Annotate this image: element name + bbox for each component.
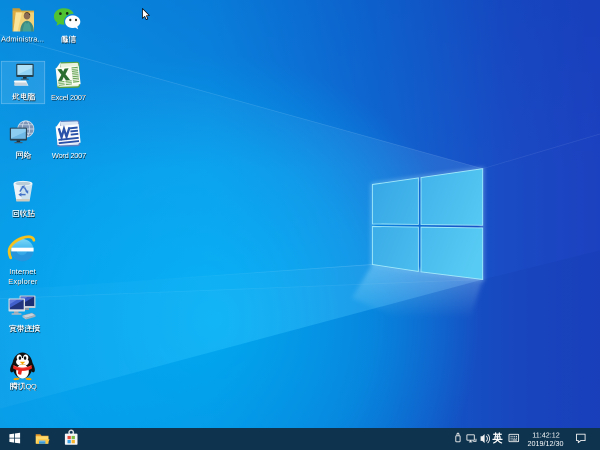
svg-text:Administra...: Administra... [1,35,44,44]
svg-text:2019/12/30: 2019/12/30 [528,439,564,448]
svg-text:Explorer: Explorer [8,277,38,286]
svg-text:Internet: Internet [9,267,37,276]
svg-text:Excel 2007: Excel 2007 [51,93,86,102]
svg-text:QQ: QQ [26,382,37,391]
svg-text:11:42:12: 11:42:12 [532,430,559,439]
svg-text:Word 2007: Word 2007 [52,151,87,160]
